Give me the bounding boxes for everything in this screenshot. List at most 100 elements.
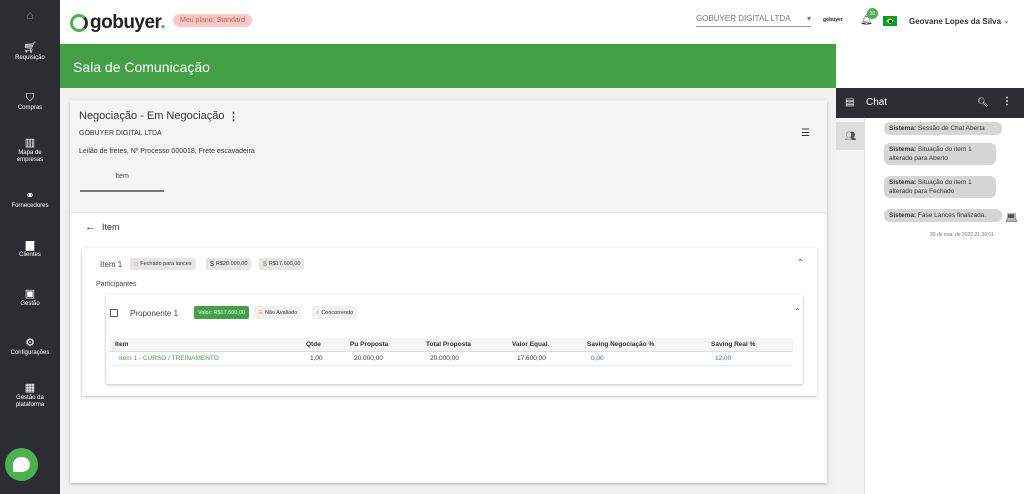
table-cell: 0,00 bbox=[591, 355, 604, 362]
basket-icon: ⛉ bbox=[25, 92, 35, 104]
chat-timestamp: 30 de mar. de 2022 21:30:01 bbox=[930, 232, 994, 238]
column-header: Pu Proposta bbox=[350, 341, 389, 348]
sidebar-item-label: Clientes bbox=[19, 252, 41, 258]
item-panel: Item 1 ○ Fechado para lances $ R$20.000,… bbox=[82, 248, 817, 396]
handshake-icon: ⚭ bbox=[25, 190, 35, 202]
column-header: Total Proposta bbox=[426, 341, 472, 348]
money-icon: $ bbox=[210, 260, 214, 268]
sidebar-item-fornecedores[interactable]: ⚭ Fornecedores bbox=[0, 190, 60, 210]
money-icon: $ bbox=[263, 260, 267, 268]
negotiation-title: Negociação - Em Negociação bbox=[79, 110, 225, 122]
page-title: Sala de Comunicação bbox=[73, 59, 210, 75]
table-cell: 17.600,00 bbox=[517, 355, 546, 362]
gear-icon: ⚙ bbox=[25, 337, 35, 349]
sidebar-item-label: Gestão da plataforma bbox=[15, 395, 45, 408]
column-header: Valor Equal. bbox=[512, 341, 550, 348]
tab-item[interactable]: Item bbox=[80, 173, 164, 192]
sidebar-item-label: Fornecedores bbox=[11, 203, 49, 209]
sidebar-item-label: Gestão bbox=[20, 301, 40, 307]
logo[interactable]: gobuyer. bbox=[70, 12, 166, 34]
cart-icon: 🛒︎ bbox=[23, 42, 37, 54]
chevron-up-icon[interactable]: ⌃ bbox=[797, 258, 804, 267]
chat-message: Sistema: Fase Lances finalizada. bbox=[884, 209, 1002, 222]
proponent-label: Proponente 1 bbox=[130, 309, 179, 318]
sidebar-item-label: Requisição bbox=[15, 55, 45, 61]
item-label: Item 1 bbox=[100, 260, 123, 269]
chat-sidebar: 👥︎ bbox=[836, 118, 865, 494]
competing-chip: ○ Concorrendo bbox=[312, 306, 358, 319]
logo-mark-icon bbox=[70, 14, 88, 32]
sidebar-item-gestao[interactable]: ▣ Gestão bbox=[0, 288, 60, 308]
evaluation-chip-label: Não Avaliado bbox=[264, 309, 298, 316]
building-icon: ▆ bbox=[25, 239, 35, 251]
evaluation-chip: ☰ Não Avaliado bbox=[254, 306, 302, 319]
back-label: Item bbox=[102, 222, 120, 232]
notification-badge: 20 bbox=[867, 8, 878, 19]
sidebar-item-compras[interactable]: ⛉ Compras bbox=[0, 92, 60, 112]
chat-messages: Sistema: Sessão de Chat Aberta Sistema: … bbox=[866, 118, 1024, 494]
mini-logo: gobuyer bbox=[823, 17, 843, 23]
group-icon[interactable]: 👥︎ bbox=[836, 122, 865, 150]
competing-chip-label: Concorrendo bbox=[321, 309, 354, 316]
user-name[interactable]: Geovane Lopes da Silva bbox=[909, 17, 1001, 26]
company-select-value: GOBUYER DIGITAL LTDA bbox=[696, 14, 791, 23]
proponent-panel: Proponente 1 Valor: R$17.600,00 ☰ Não Av… bbox=[106, 295, 803, 384]
status-chip-label: Fechado para lances bbox=[140, 261, 192, 267]
more-vert-icon[interactable]: ⋮ bbox=[1002, 96, 1012, 107]
logo-text: gobuyer. bbox=[90, 12, 166, 33]
sidebar-item-gestao-plataforma[interactable]: ▦ Gestão da plataforma bbox=[8, 382, 52, 409]
chart-icon: ▣ bbox=[24, 288, 36, 300]
arrow-left-icon[interactable]: ← bbox=[85, 221, 96, 233]
chat-message: Sistema: Situação do item 1 alterado par… bbox=[884, 176, 996, 198]
negotiation-card: Negociação - Em Negociação ⋮ GOBUYER DIG… bbox=[70, 100, 827, 483]
chevron-down-icon[interactable]: ⌄ bbox=[1003, 16, 1010, 25]
participants-label: Participantes bbox=[96, 281, 137, 288]
table-row[interactable]: Item 1 - CURSO / TREINAMENTO 1,00 20.000… bbox=[110, 352, 793, 366]
brazil-flag-icon[interactable] bbox=[883, 16, 897, 26]
proposal-table: Item Qtde Pu Proposta Total Proposta Val… bbox=[110, 338, 793, 366]
best-price-chip-label: R$17.600,00 bbox=[268, 261, 301, 267]
plan-badge[interactable]: Meu plano: Standard bbox=[173, 14, 252, 27]
chat-bubble-icon bbox=[13, 457, 30, 472]
item-link[interactable]: Item 1 - CURSO / TREINAMENTO bbox=[119, 355, 219, 362]
chevron-down-icon: ▾ bbox=[806, 14, 811, 23]
more-vert-icon[interactable]: ⋮ bbox=[228, 110, 239, 123]
chat-message: Sistema: Situação do item 1 alterado par… bbox=[884, 143, 996, 165]
table-header-row: Item Qtde Pu Proposta Total Proposta Val… bbox=[110, 338, 793, 352]
table-cell: 20.000,00 bbox=[354, 355, 383, 362]
price-chip-label: R$20.000,00 bbox=[215, 261, 248, 267]
back-row[interactable]: ← Item bbox=[85, 221, 120, 233]
page-banner: Sala de Comunicação bbox=[60, 44, 836, 88]
sidebar-item-clientes[interactable]: ▆ Clientes bbox=[0, 239, 60, 259]
sidebar-item-mapa[interactable]: ▥ Mapa de empresas bbox=[10, 137, 50, 164]
chat-fab-button[interactable] bbox=[5, 448, 38, 481]
value-chip: Valor: R$17.600,00 bbox=[194, 306, 249, 319]
negotiation-company: GOBUYER DIGITAL LTDA bbox=[79, 130, 162, 137]
column-header: Item bbox=[115, 341, 129, 348]
laptop-icon: 💻︎ bbox=[1005, 213, 1018, 224]
list-icon: ☰ bbox=[258, 309, 263, 316]
sidebar-item-configuracoes[interactable]: ⚙ Configurações bbox=[0, 337, 60, 357]
sidebar-item-requisicao[interactable]: 🛒︎ Requisição bbox=[0, 42, 60, 62]
column-header: Saving Real % bbox=[711, 341, 756, 348]
map-icon: ▥ bbox=[24, 137, 36, 149]
list-icon[interactable]: ☰ bbox=[801, 128, 810, 139]
column-header: Qtde bbox=[306, 341, 321, 348]
circle-icon: ○ bbox=[134, 260, 139, 268]
table-cell: 12,00 bbox=[715, 355, 732, 362]
proponent-checkbox[interactable] bbox=[110, 309, 118, 317]
top-header: gobuyer. Meu plano: Standard GOBUYER DIG… bbox=[60, 0, 1024, 44]
circle-icon: ○ bbox=[316, 309, 320, 316]
home-icon[interactable]: ⌂ bbox=[0, 0, 60, 30]
chat-icon: ▤ bbox=[845, 97, 855, 108]
sidebar-item-label: Mapa de empresas bbox=[16, 150, 44, 163]
sidebar-item-label: Configurações bbox=[10, 350, 50, 356]
company-select[interactable]: GOBUYER DIGITAL LTDA ▾ bbox=[696, 14, 811, 27]
status-chip: ○ Fechado para lances bbox=[130, 258, 196, 270]
search-icon[interactable]: 🔍︎ bbox=[977, 97, 988, 108]
best-price-chip: $ R$17.600,00 bbox=[259, 258, 305, 270]
price-chip: $ R$20.000,00 bbox=[206, 258, 252, 270]
platform-icon: ▦ bbox=[24, 382, 36, 394]
sidebar-item-label: Compras bbox=[17, 105, 43, 111]
chevron-up-icon[interactable]: ⌃ bbox=[794, 307, 801, 316]
